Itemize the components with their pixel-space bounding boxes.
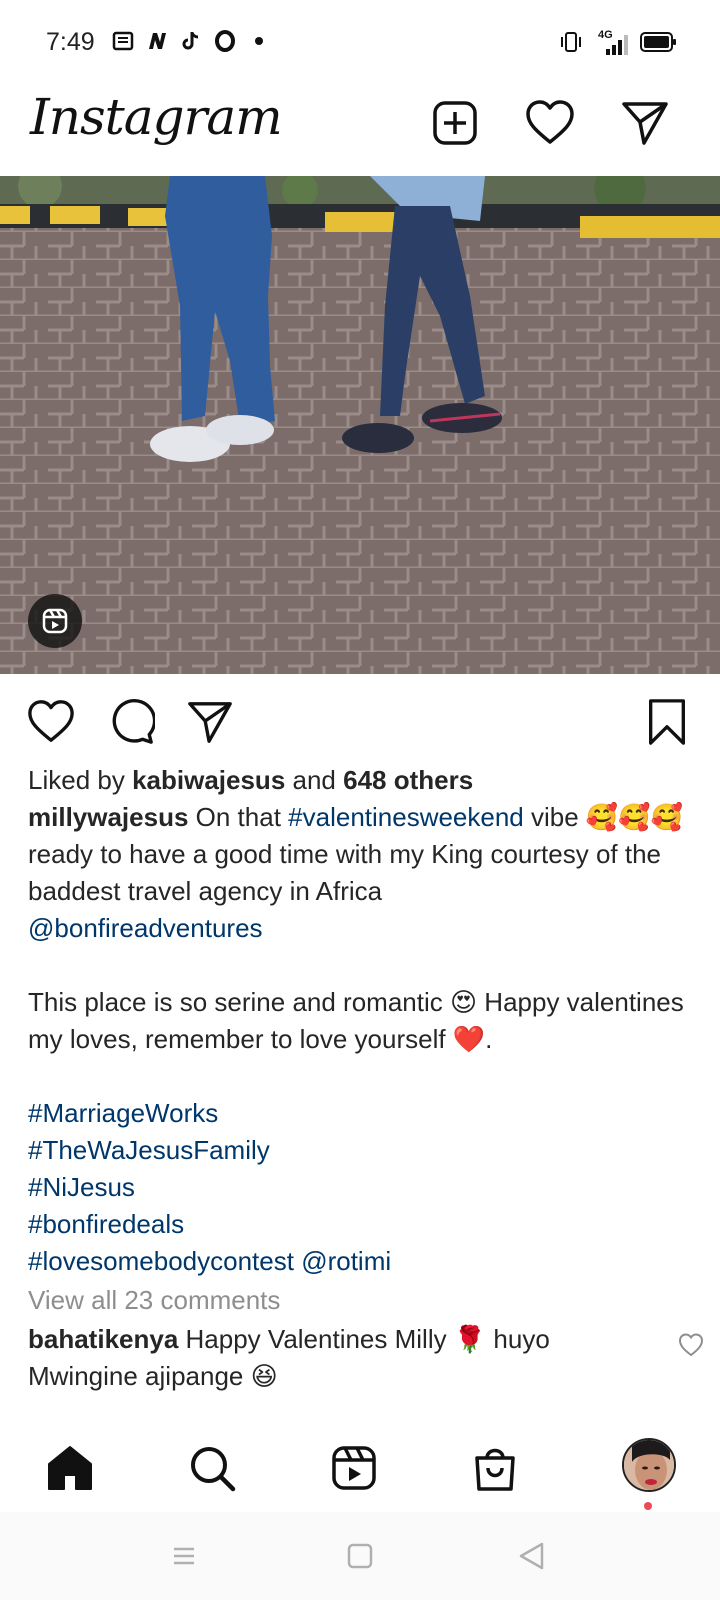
reels-icon[interactable] bbox=[28, 594, 82, 648]
dot-icon bbox=[248, 30, 270, 52]
status-system-icons: 4G bbox=[560, 29, 676, 59]
app-bar: Instagram bbox=[0, 88, 720, 176]
caption-username[interactable]: millywajesus bbox=[28, 802, 188, 832]
profile-avatar[interactable] bbox=[622, 1438, 676, 1492]
system-navigation-bar bbox=[0, 1512, 720, 1600]
hashtag-link[interactable]: #lovesomebodycontest bbox=[28, 1246, 294, 1276]
hashtag-link[interactable]: #NiJesus bbox=[28, 1172, 135, 1202]
n-app-icon bbox=[146, 30, 168, 52]
comment-username[interactable]: bahatikenya bbox=[28, 1324, 178, 1354]
notification-dot bbox=[644, 1502, 652, 1510]
post-caption: millywajesus On that #valentinesweekend … bbox=[28, 799, 692, 1280]
post-content: Liked by kabiwajesus and 648 others mill… bbox=[28, 762, 704, 1395]
heart-icon[interactable] bbox=[525, 98, 575, 148]
likes-others[interactable]: 648 others bbox=[343, 765, 473, 795]
post-video[interactable] bbox=[0, 176, 720, 674]
status-bar: 7:49 4G bbox=[0, 0, 720, 88]
bottom-navigation bbox=[0, 1408, 720, 1512]
comment-item: bahatikenya Happy Valentines Milly 🌹 huy… bbox=[28, 1321, 704, 1395]
instagram-logo[interactable]: Instagram bbox=[30, 88, 283, 146]
caption-text-intro: On that bbox=[188, 802, 289, 832]
post-actions bbox=[0, 690, 720, 750]
hashtag-link[interactable]: #valentinesweekend bbox=[288, 802, 524, 832]
like-icon[interactable] bbox=[27, 698, 75, 746]
search-icon[interactable] bbox=[188, 1444, 236, 1492]
direct-message-icon[interactable] bbox=[620, 98, 670, 148]
menu-icon[interactable] bbox=[168, 1540, 200, 1572]
share-icon[interactable] bbox=[186, 698, 234, 746]
hashtag-link[interactable]: #TheWaJesusFamily bbox=[28, 1135, 270, 1165]
likes-middle: and bbox=[285, 765, 344, 795]
network-label: 4G bbox=[598, 28, 613, 41]
comment-icon[interactable] bbox=[107, 698, 157, 746]
reels-tab-icon[interactable] bbox=[330, 1444, 378, 1492]
battery-icon bbox=[640, 31, 676, 58]
shop-icon[interactable] bbox=[471, 1444, 519, 1492]
mention-link[interactable]: @bonfireadventures bbox=[28, 913, 263, 943]
caption-paragraph: This place is so serine and romantic 😍 H… bbox=[28, 987, 684, 1054]
news-icon bbox=[112, 30, 134, 52]
hashtag-link[interactable]: #bonfiredeals bbox=[28, 1209, 184, 1239]
opera-icon bbox=[214, 30, 236, 52]
new-post-icon[interactable] bbox=[430, 98, 480, 148]
home-square-icon[interactable] bbox=[344, 1540, 376, 1572]
likes-summary[interactable]: Liked by kabiwajesus and 648 others bbox=[28, 762, 692, 799]
likes-prefix: Liked by bbox=[28, 765, 133, 795]
status-notification-icons bbox=[112, 30, 270, 52]
liked-by-user[interactable]: kabiwajesus bbox=[132, 765, 285, 795]
back-icon[interactable] bbox=[516, 1540, 548, 1572]
view-all-comments-link[interactable]: View all 23 comments bbox=[28, 1282, 692, 1319]
vibrate-icon bbox=[560, 30, 582, 59]
comment-like-icon[interactable] bbox=[678, 1331, 704, 1357]
tiktok-icon bbox=[180, 30, 202, 52]
mention-link[interactable]: @rotimi bbox=[301, 1246, 391, 1276]
home-icon[interactable] bbox=[46, 1444, 94, 1492]
signal-4g-icon: 4G bbox=[592, 29, 630, 57]
hashtag-link[interactable]: #MarriageWorks bbox=[28, 1098, 218, 1128]
status-time: 7:49 bbox=[46, 28, 95, 56]
save-icon[interactable] bbox=[643, 698, 691, 746]
